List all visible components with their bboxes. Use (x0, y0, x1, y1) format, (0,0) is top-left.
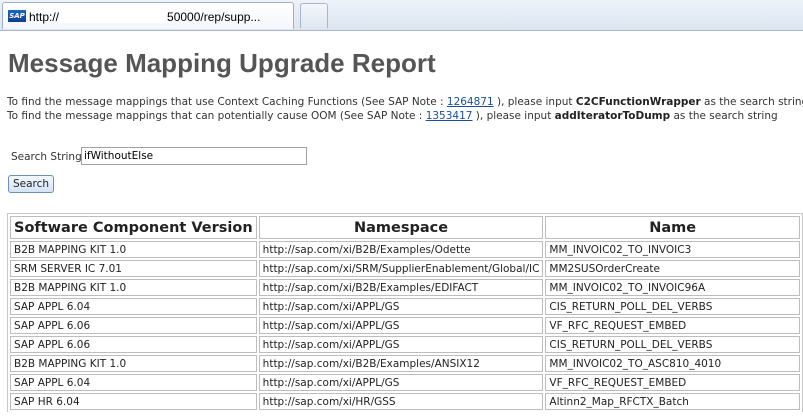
browser-tab-active[interactable]: SAP http:// 50000/rep/supp... (2, 2, 294, 29)
cell-name: MM_INVOIC02_TO_INVOIC3 (545, 241, 800, 258)
cell-namespace: http://sap.com/xi/B2B/Examples/Odette (258, 241, 544, 258)
cell-namespace: http://sap.com/xi/HR/GSS (258, 393, 544, 410)
table-header-row: Software Component Version Namespace Nam… (10, 216, 800, 239)
table-row: SRM SERVER IC 7.01 http://sap.com/xi/SRM… (10, 260, 800, 277)
table-row: SAP APPL 6.04 http://sap.com/xi/APPL/GS … (10, 298, 800, 315)
cell-namespace: http://sap.com/xi/SRM/SupplierEnablement… (258, 260, 544, 277)
column-header-name: Name (545, 216, 800, 239)
info-text: To find the message mappings that can po… (7, 110, 426, 122)
info-text: as the search string (700, 96, 803, 108)
search-keyword: C2CFunctionWrapper (575, 96, 701, 108)
column-header-software-component-version: Software Component Version (10, 216, 257, 239)
cell-namespace: http://sap.com/xi/APPL/GS (258, 374, 544, 391)
cell-namespace: http://sap.com/xi/B2B/Examples/EDIFACT (258, 279, 544, 296)
sap-favicon-icon: SAP (8, 10, 26, 22)
url-redaction (59, 9, 168, 23)
cell-software-component: SAP APPL 6.06 (10, 336, 257, 353)
table-row: SAP HR 6.04 http://sap.com/xi/HR/GSS Alt… (10, 393, 800, 410)
cell-name: MM_INVOIC02_TO_INVOIC96A (545, 279, 800, 296)
cell-software-component: B2B MAPPING KIT 1.0 (10, 279, 257, 296)
info-line-context-caching: To find the message mappings that use Co… (7, 96, 803, 108)
info-text: To find the message mappings that use Co… (7, 96, 447, 108)
cell-software-component: SAP HR 6.04 (10, 393, 257, 410)
table-row: B2B MAPPING KIT 1.0 http://sap.com/xi/B2… (10, 355, 800, 372)
table-row: SAP APPL 6.06 http://sap.com/xi/APPL/GS … (10, 317, 800, 334)
info-text: as the search string (670, 110, 778, 122)
search-input[interactable] (81, 147, 307, 165)
info-text: ), please input (493, 96, 576, 108)
search-button[interactable]: Search (8, 175, 54, 193)
table-row: B2B MAPPING KIT 1.0 http://sap.com/xi/B2… (10, 241, 800, 258)
cell-namespace: http://sap.com/xi/APPL/GS (258, 336, 544, 353)
new-tab-button[interactable] (300, 3, 328, 28)
cell-software-component: B2B MAPPING KIT 1.0 (10, 241, 257, 258)
cell-name: VF_RFC_REQUEST_EMBED (545, 374, 800, 391)
cell-name: MM2SUSOrderCreate (545, 260, 800, 277)
cell-name: CIS_RETURN_POLL_DEL_VERBS (545, 298, 800, 315)
sap-note-link-1353417[interactable]: 1353417 (426, 110, 473, 122)
cell-software-component: SAP APPL 6.04 (10, 298, 257, 315)
cell-software-component: SRM SERVER IC 7.01 (10, 260, 257, 277)
table-row: SAP APPL 6.04 http://sap.com/xi/APPL/GS … (10, 374, 800, 391)
tab-url: http:// 50000/rep/supp... (29, 9, 260, 24)
table-row: B2B MAPPING KIT 1.0 http://sap.com/xi/B2… (10, 279, 800, 296)
info-text: ), please input (472, 110, 555, 122)
cell-name: Altinn2_Map_RFCTX_Batch (545, 393, 800, 410)
cell-software-component: B2B MAPPING KIT 1.0 (10, 355, 257, 372)
results-table: Software Component Version Namespace Nam… (7, 213, 803, 412)
cell-software-component: SAP APPL 6.06 (10, 317, 257, 334)
info-line-oom: To find the message mappings that can po… (7, 110, 778, 122)
search-keyword: addIteratorToDump (554, 110, 671, 122)
url-suffix: 50000/rep/supp... (167, 10, 261, 24)
cell-namespace: http://sap.com/xi/APPL/GS (258, 317, 544, 334)
page-title: Message Mapping Upgrade Report (8, 48, 436, 78)
cell-name: MM_INVOIC02_TO_ASC810_4010 (545, 355, 800, 372)
column-header-namespace: Namespace (258, 216, 544, 239)
cell-namespace: http://sap.com/xi/APPL/GS (258, 298, 544, 315)
cell-name: CIS_RETURN_POLL_DEL_VERBS (545, 336, 800, 353)
table-row: SAP APPL 6.06 http://sap.com/xi/APPL/GS … (10, 336, 800, 353)
cell-software-component: SAP APPL 6.04 (10, 374, 257, 391)
cell-namespace: http://sap.com/xi/B2B/Examples/ANSIX12 (258, 355, 544, 372)
url-prefix: http:// (29, 10, 60, 24)
browser-tab-strip: SAP http:// 50000/rep/supp... (0, 0, 803, 31)
cell-name: VF_RFC_REQUEST_EMBED (545, 317, 800, 334)
search-string-label: Search String: (11, 151, 86, 163)
sap-note-link-1264871[interactable]: 1264871 (447, 96, 494, 108)
